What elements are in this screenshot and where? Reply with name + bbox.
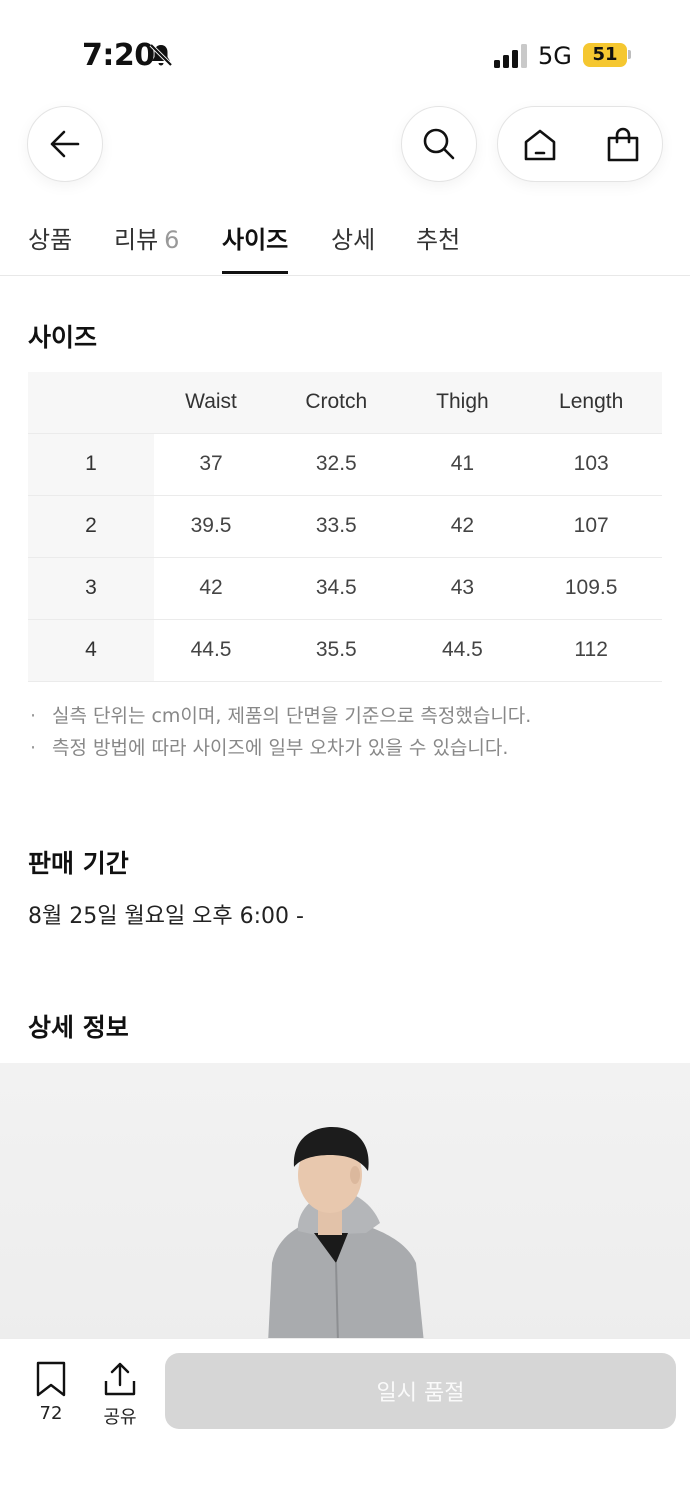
size-label: 3 (28, 557, 154, 620)
column-header: Crotch (268, 372, 405, 434)
back-arrow-icon (50, 130, 80, 158)
soldout-label: 일시 품절 (376, 1381, 465, 1406)
table-cell: 112 (520, 619, 662, 682)
table-row: 1 37 32.5 41 103 (28, 433, 662, 496)
review-count: 6 (164, 226, 180, 254)
table-cell: 42 (154, 557, 269, 620)
tab-label: 상품 (28, 226, 73, 254)
search-button[interactable] (401, 106, 477, 182)
bookmark-button[interactable]: 72 (21, 1361, 81, 1424)
detail-info-title: 상세 정보 (28, 1013, 129, 1042)
tab-label: 상세 (331, 226, 376, 254)
shopping-bag-icon (607, 127, 638, 162)
bell-slash-icon (149, 43, 173, 67)
battery-indicator: 51 (583, 43, 627, 67)
table-cell: 32.5 (268, 433, 405, 496)
table-row: 2 39.5 33.5 42 107 (28, 495, 662, 558)
battery-cap (628, 50, 631, 59)
home-button[interactable] (498, 107, 581, 183)
bottom-action-bar: 72 공유 일시 품절 (0, 1338, 690, 1500)
status-bar: 7:20 5G 51 (0, 0, 690, 100)
tab-details[interactable]: 상세 (331, 220, 375, 274)
tab-reviews[interactable]: 리뷰 6 (114, 220, 179, 274)
search-icon (423, 128, 455, 160)
table-cell: 35.5 (268, 619, 405, 682)
share-button[interactable]: 공유 (90, 1361, 150, 1429)
column-header: Waist (154, 372, 269, 434)
table-cell: 103 (520, 433, 662, 496)
size-section-title: 사이즈 (28, 323, 98, 352)
sale-period-text: 8월 25일 월요일 오후 6:00 - (28, 904, 304, 929)
table-cell: 44.5 (154, 619, 269, 682)
sale-period-title: 판매 기간 (28, 849, 129, 878)
cellular-signal-icon (494, 44, 527, 68)
table-cell: 109.5 (520, 557, 662, 620)
size-notes: 실측 단위는 cm이며, 제품의 단면을 기준으로 측정했습니다. 측정 방법에… (28, 700, 668, 764)
column-header: Thigh (404, 372, 521, 434)
soldout-button[interactable]: 일시 품절 (165, 1353, 676, 1429)
table-cell: 107 (520, 495, 662, 558)
tab-label: 추천 (416, 226, 461, 254)
home-icon (524, 129, 555, 161)
bookmark-count: 72 (39, 1403, 63, 1424)
table-cell: 34.5 (268, 557, 405, 620)
product-tabs: 상품 리뷰 6 사이즈 상세 추천 (0, 200, 690, 276)
table-cell: 44.5 (404, 619, 521, 682)
tab-product[interactable]: 상품 (28, 220, 72, 274)
size-note: 실측 단위는 cm이며, 제품의 단면을 기준으로 측정했습니다. (28, 700, 668, 732)
table-cell: 37 (154, 433, 269, 496)
table-row: 3 42 34.5 43 109.5 (28, 557, 662, 620)
size-note: 측정 방법에 따라 사이즈에 일부 오차가 있을 수 있습니다. (28, 732, 668, 764)
size-label: 2 (28, 495, 154, 558)
size-label: 1 (28, 433, 154, 496)
cart-button[interactable] (581, 107, 664, 183)
header-action-group (497, 106, 663, 182)
table-row: 4 44.5 35.5 44.5 112 (28, 619, 662, 682)
back-button[interactable] (27, 106, 103, 182)
column-header: Length (520, 372, 662, 434)
size-table-header: Waist Crotch Thigh Length (28, 372, 662, 434)
table-cell: 39.5 (154, 495, 269, 558)
size-table: Waist Crotch Thigh Length 1 37 32.5 41 1… (28, 372, 662, 682)
tab-label: 리뷰 (114, 226, 159, 254)
bookmark-icon (36, 1361, 66, 1397)
table-cell: 41 (404, 433, 521, 496)
network-type: 5G (538, 42, 572, 70)
size-header-empty (28, 372, 154, 434)
table-cell: 42 (404, 495, 521, 558)
product-detail-image (0, 1063, 690, 1343)
tab-recommend[interactable]: 추천 (416, 220, 460, 274)
model-photo-illustration (268, 1127, 424, 1343)
size-label: 4 (28, 619, 154, 682)
share-label: 공유 (103, 1407, 137, 1428)
table-cell: 43 (404, 557, 521, 620)
status-time: 7:20 (82, 38, 155, 73)
share-icon (104, 1362, 136, 1396)
table-cell: 33.5 (268, 495, 405, 558)
tab-size[interactable]: 사이즈 (222, 220, 289, 274)
tab-label: 사이즈 (222, 226, 289, 254)
